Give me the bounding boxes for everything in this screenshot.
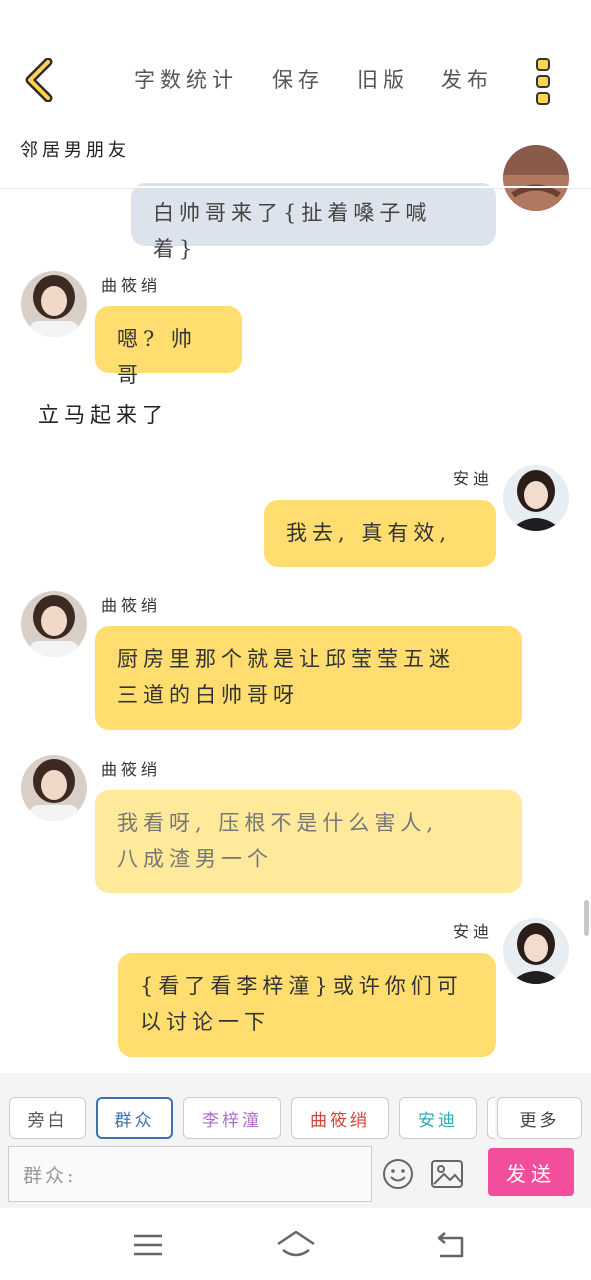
message-text-line: 以讨论一下 xyxy=(140,1010,270,1034)
avatar-image-icon xyxy=(21,591,87,657)
message-bubble[interactable]: 我去, 真有效, xyxy=(264,500,496,567)
avatar-image-icon xyxy=(503,465,569,531)
avatar-image-icon xyxy=(21,271,87,337)
message-bubble[interactable]: 我看呀, 压根不是什么害人, 八成渣男一个 xyxy=(95,790,522,893)
message-bubble[interactable]: 白帅哥来了{扯着嗓子喊着} xyxy=(131,183,496,261)
avatar-image-icon xyxy=(503,145,569,211)
message-text-line: {看了看李梓潼}或许你们可 xyxy=(140,974,463,998)
menu-icon[interactable] xyxy=(128,1228,168,1262)
speaker-name: 曲筱绡 xyxy=(101,276,162,295)
avatar[interactable] xyxy=(21,755,87,821)
avatar[interactable] xyxy=(503,145,569,211)
narration-text[interactable]: 立马起来了 xyxy=(38,399,168,429)
message-text-line: 厨房里那个就是让邱莹莹五迷 xyxy=(117,647,455,671)
message-text-line: 八成渣男一个 xyxy=(117,847,273,871)
role-chip-crowd[interactable]: 群众 xyxy=(96,1097,173,1139)
message-text: 我去, 真有效, xyxy=(286,521,452,545)
role-chip-qu[interactable]: 曲筱绡 xyxy=(291,1097,389,1139)
role-chip-aside[interactable]: 旁白 xyxy=(9,1097,86,1139)
divider xyxy=(0,186,591,188)
more-menu-icon[interactable] xyxy=(528,56,558,106)
emoji-icon[interactable] xyxy=(382,1158,414,1190)
back-icon[interactable] xyxy=(432,1228,472,1262)
old-version-button[interactable]: 旧版 xyxy=(357,64,409,94)
message-text-line: 三道的白帅哥呀 xyxy=(117,683,299,707)
speaker-name: 曲筱绡 xyxy=(101,596,162,615)
message-bubble[interactable]: 嗯? 帅哥 xyxy=(95,306,242,387)
message-text: 嗯? 帅哥 xyxy=(117,327,197,387)
avatar[interactable] xyxy=(21,591,87,657)
home-icon[interactable] xyxy=(275,1228,317,1262)
speaker-name: 安迪 xyxy=(453,469,494,488)
save-button[interactable]: 保存 xyxy=(272,64,324,94)
speaker-name: 曲筱绡 xyxy=(101,760,162,779)
word-count-button[interactable]: 字数统计 xyxy=(134,64,238,94)
speaker-prefix: 群众: xyxy=(23,1165,77,1187)
message-text: 白帅哥来了{扯着嗓子喊着} xyxy=(153,201,432,261)
message-text-line: 我看呀, 压根不是什么害人, xyxy=(117,811,439,835)
role-chip-partial[interactable] xyxy=(487,1097,495,1139)
message-bubble[interactable]: 厨房里那个就是让邱莹莹五迷 三道的白帅哥呀 xyxy=(95,626,522,730)
back-arrow-icon[interactable] xyxy=(22,58,62,102)
avatar-image-icon xyxy=(21,755,87,821)
speaker-name: 安迪 xyxy=(453,922,494,941)
image-icon[interactable] xyxy=(430,1159,464,1189)
role-chip-andi[interactable]: 安迪 xyxy=(399,1097,477,1139)
send-button[interactable]: 发送 xyxy=(488,1148,574,1196)
avatar[interactable] xyxy=(503,918,569,984)
avatar-image-icon xyxy=(503,918,569,984)
more-roles-button[interactable]: 更多 xyxy=(497,1097,582,1139)
message-input[interactable]: 群众: xyxy=(8,1146,372,1202)
avatar[interactable] xyxy=(503,465,569,531)
scrollbar-thumb[interactable] xyxy=(584,900,589,936)
publish-button[interactable]: 发布 xyxy=(441,64,493,94)
message-bubble[interactable]: {看了看李梓潼}或许你们可 以讨论一下 xyxy=(118,953,496,1057)
role-chip-li[interactable]: 李梓潼 xyxy=(183,1097,281,1139)
story-title: 邻居男朋友 xyxy=(20,140,130,161)
avatar[interactable] xyxy=(21,271,87,337)
